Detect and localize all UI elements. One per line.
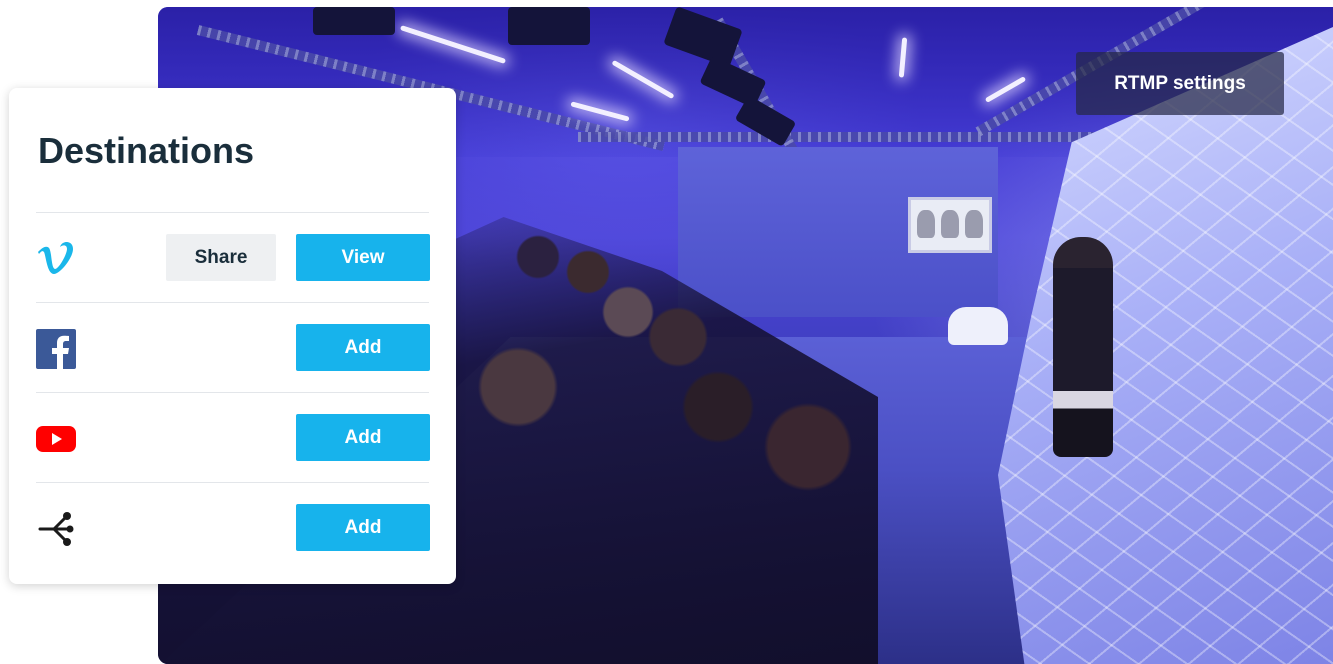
destination-row-youtube: Add [36, 392, 430, 483]
view-button[interactable]: View [296, 234, 430, 281]
destination-row-vimeo: Share View [36, 212, 430, 303]
add-youtube-button[interactable]: Add [296, 414, 430, 461]
add-button-label: Add [344, 336, 382, 358]
lighting-truss [578, 132, 1138, 142]
destinations-card: Destinations Share View Add Add Add [9, 88, 456, 584]
rtmp-settings-button[interactable]: RTMP settings [1076, 52, 1284, 115]
add-facebook-button[interactable]: Add [296, 324, 430, 371]
share-button-label: Share [194, 246, 248, 268]
facebook-icon [36, 329, 76, 369]
view-button-label: View [341, 246, 385, 268]
vimeo-icon [36, 239, 76, 279]
share-button[interactable]: Share [166, 234, 276, 281]
add-button-label: Add [344, 426, 382, 448]
stage-light [313, 7, 395, 35]
white-chair [948, 307, 1008, 345]
rtmp-settings-label: RTMP settings [1114, 72, 1246, 94]
presenter [1053, 237, 1113, 457]
rtmp-branch-icon [36, 509, 76, 549]
destinations-title: Destinations [38, 130, 255, 171]
destination-row-facebook: Add [36, 302, 430, 393]
display-screen [908, 197, 992, 253]
destination-row-rtmp: Add [36, 482, 430, 573]
add-button-label: Add [344, 516, 382, 538]
stage-light [508, 7, 590, 45]
add-rtmp-button[interactable]: Add [296, 504, 430, 551]
youtube-icon [36, 419, 76, 459]
